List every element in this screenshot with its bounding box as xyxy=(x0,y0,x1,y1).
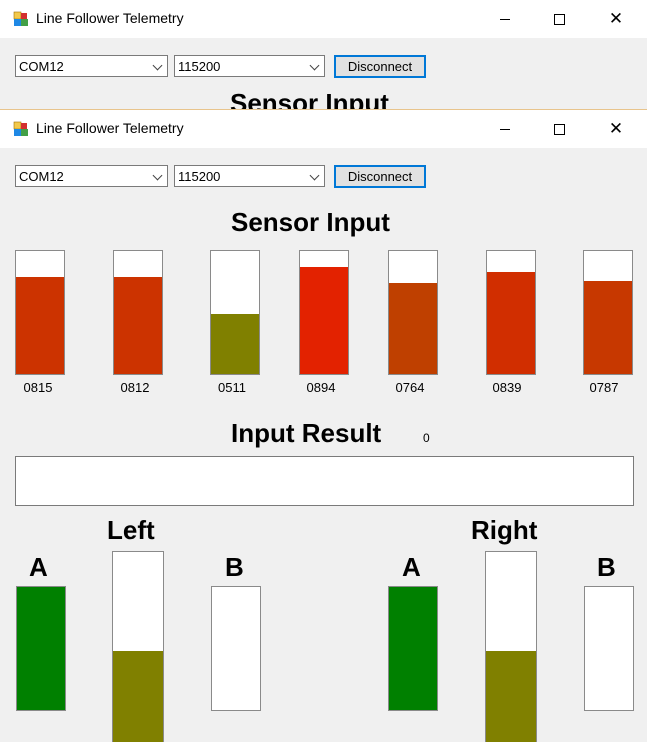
left-motor-center-bar xyxy=(112,551,164,742)
sensor-value-4: 0894 xyxy=(306,380,336,395)
right-b-label: B xyxy=(597,552,616,582)
right-a-label: A xyxy=(402,552,421,582)
right-motor-a-fill xyxy=(389,587,437,710)
right-motor-center-bar xyxy=(485,551,537,742)
sensor-value-6: 0839 xyxy=(492,380,522,395)
close-button[interactable]: ✕ xyxy=(589,0,643,38)
maximize-icon xyxy=(553,13,565,25)
sensor-fill-7 xyxy=(584,280,632,374)
minimize-icon xyxy=(500,128,510,130)
main-window: Line Follower Telemetry ✕ COM12 115200 D… xyxy=(0,109,647,742)
sensor-value-2: 0812 xyxy=(120,380,150,395)
maximize-button[interactable] xyxy=(532,0,586,38)
left-b-label: B xyxy=(225,552,244,582)
sensor-input-heading: Sensor Input xyxy=(230,88,389,110)
minimize-button[interactable] xyxy=(478,0,532,38)
baud-select[interactable]: 115200 xyxy=(174,55,325,77)
sensor-fill-4 xyxy=(300,267,348,374)
title-bar[interactable]: Line Follower Telemetry ✕ xyxy=(0,0,647,38)
chevron-down-icon xyxy=(309,170,320,181)
port-select[interactable]: COM12 xyxy=(15,165,168,187)
chevron-down-icon xyxy=(152,170,163,181)
sensor-value-5: 0764 xyxy=(395,380,425,395)
right-motor-center-fill xyxy=(486,651,536,742)
sensor-input-heading: Sensor Input xyxy=(231,207,390,237)
sensor-bar-3 xyxy=(210,250,260,375)
chevron-down-icon xyxy=(152,60,163,71)
minimize-button[interactable] xyxy=(478,110,532,148)
sensor-bar-4 xyxy=(299,250,349,375)
sensor-fill-3 xyxy=(211,313,259,374)
sensor-fill-6 xyxy=(487,271,535,374)
maximize-icon xyxy=(553,123,565,135)
left-motor-heading: Left xyxy=(107,515,155,545)
input-result-box xyxy=(15,456,634,506)
minimize-icon xyxy=(500,18,510,20)
baud-select-value: 115200 xyxy=(178,169,221,184)
right-motor-a-bar xyxy=(388,586,438,711)
app-icon xyxy=(13,11,28,26)
sensor-fill-5 xyxy=(389,282,437,374)
baud-select[interactable]: 115200 xyxy=(174,165,325,187)
title-bar[interactable]: Line Follower Telemetry ✕ xyxy=(0,110,647,148)
left-motor-b-bar xyxy=(211,586,261,711)
close-icon: ✕ xyxy=(608,118,624,139)
window-title: Line Follower Telemetry xyxy=(36,120,184,136)
port-select-value: COM12 xyxy=(19,169,64,184)
sensor-fill-2 xyxy=(114,276,162,374)
input-result-count: 0 xyxy=(423,431,430,445)
disconnect-button[interactable]: Disconnect xyxy=(334,55,426,78)
input-result-heading: Input Result xyxy=(231,418,382,448)
sensor-bar-6 xyxy=(486,250,536,375)
port-select-value: COM12 xyxy=(19,59,64,74)
maximize-button[interactable] xyxy=(532,110,586,148)
baud-select-value: 115200 xyxy=(178,59,221,74)
window-title: Line Follower Telemetry xyxy=(36,10,184,26)
sensor-value-1: 0815 xyxy=(23,380,53,395)
chevron-down-icon xyxy=(309,60,320,71)
sensor-bar-1 xyxy=(15,250,65,375)
close-icon: ✕ xyxy=(608,8,624,29)
right-motor-heading: Right xyxy=(471,515,538,545)
app-icon xyxy=(13,121,28,136)
left-motor-a-fill xyxy=(17,587,65,710)
disconnect-button[interactable]: Disconnect xyxy=(334,165,426,188)
sensor-bar-7 xyxy=(583,250,633,375)
left-motor-center-fill xyxy=(113,651,163,742)
port-select[interactable]: COM12 xyxy=(15,55,168,77)
left-motor-a-bar xyxy=(16,586,66,711)
right-motor-b-bar xyxy=(584,586,634,711)
sensor-bar-2 xyxy=(113,250,163,375)
sensor-value-3: 0511 xyxy=(218,380,246,395)
left-a-label: A xyxy=(29,552,48,582)
sensor-bar-5 xyxy=(388,250,438,375)
close-button[interactable]: ✕ xyxy=(589,110,643,148)
background-window: Line Follower Telemetry ✕ COM12 115200 D… xyxy=(0,0,647,110)
sensor-fill-1 xyxy=(16,276,64,374)
sensor-value-7: 0787 xyxy=(589,380,619,395)
